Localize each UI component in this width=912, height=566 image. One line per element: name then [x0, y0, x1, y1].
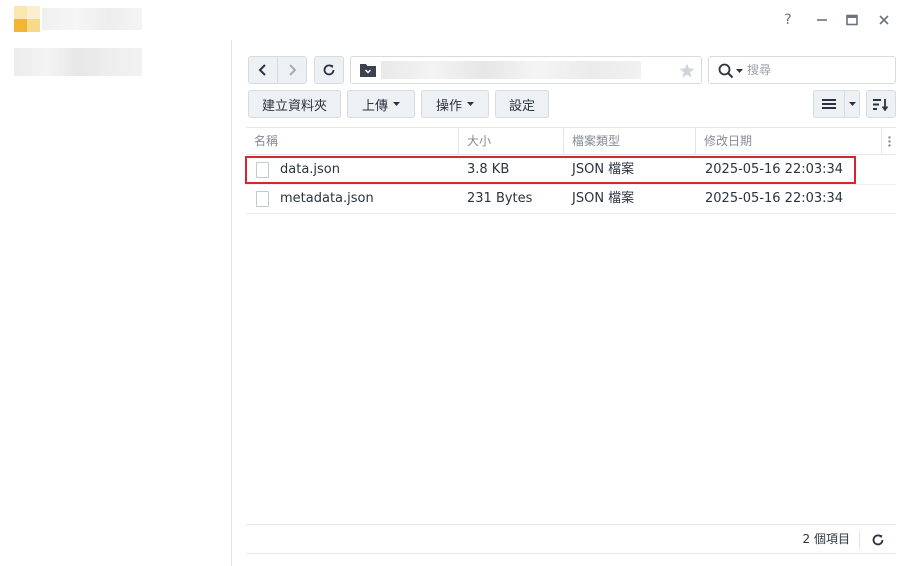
new-folder-button[interactable]: 建立資料夾 [248, 90, 341, 118]
file-table-header: 名稱 大小 檔案類型 修改日期 [246, 127, 896, 155]
back-button[interactable] [248, 56, 278, 84]
sort-icon [873, 98, 889, 111]
minimize-button[interactable] [812, 10, 832, 30]
item-count: 2 個項目 [802, 532, 850, 546]
app-logo [14, 6, 40, 32]
status-bar: 2 個項目 [246, 524, 896, 554]
file-type: JSON 檔案 [572, 162, 635, 177]
folder-icon [360, 64, 376, 77]
caret-down-icon[interactable] [736, 69, 743, 74]
close-button[interactable] [874, 10, 894, 30]
file-picker-window: ? 搜尋 建立資料夾 上傳 操作 設定 名稱 大小 檔案類型 修改日期 data… [0, 0, 912, 566]
path-bar[interactable] [350, 56, 702, 84]
search-icon [718, 63, 734, 79]
list-view-button[interactable] [813, 90, 845, 118]
settings-button[interactable]: 設定 [495, 90, 549, 118]
chevron-left-icon [258, 64, 266, 76]
folder-tree-pane [0, 40, 232, 566]
refresh-icon [872, 534, 884, 546]
footer-refresh-button[interactable] [868, 530, 888, 550]
file-type: JSON 檔案 [572, 191, 635, 206]
file-icon [256, 162, 269, 178]
caret-down-icon [848, 101, 856, 106]
action-label: 操作 [435, 98, 462, 114]
upload-button[interactable]: 上傳 [347, 90, 415, 118]
help-button[interactable]: ? [778, 10, 798, 30]
action-button[interactable]: 操作 [421, 90, 489, 118]
file-modified: 2025-05-16 22:03:34 [705, 191, 844, 206]
caret-down-icon [467, 101, 474, 106]
column-options-icon[interactable] [882, 128, 896, 155]
upload-label: 上傳 [361, 98, 388, 114]
column-header-size[interactable]: 大小 [459, 128, 564, 155]
status-divider [859, 531, 860, 549]
refresh-button[interactable] [314, 56, 344, 84]
search-input[interactable] [747, 61, 887, 79]
list-view-icon [822, 99, 836, 109]
file-icon [256, 191, 269, 207]
sort-button[interactable] [866, 90, 896, 118]
search-box[interactable] [708, 56, 896, 84]
caret-down-icon [393, 101, 400, 106]
file-name: metadata.json [280, 191, 374, 206]
file-name: data.json [280, 162, 340, 177]
maximize-button[interactable] [842, 10, 862, 30]
column-header-modified[interactable]: 修改日期 [696, 128, 882, 155]
file-modified: 2025-05-16 22:03:34 [705, 162, 844, 177]
navigation-group [248, 56, 308, 84]
file-size: 3.8 KB [467, 162, 510, 177]
forward-button[interactable] [277, 56, 307, 84]
title-bar: ? [0, 0, 912, 40]
refresh-icon [323, 64, 335, 76]
table-row[interactable]: metadata.json 231 Bytes JSON 檔案 2025-05-… [246, 185, 896, 214]
column-header-name[interactable]: 名稱 [246, 128, 459, 155]
star-icon[interactable] [679, 63, 695, 78]
table-row[interactable]: data.json 3.8 KB JSON 檔案 2025-05-16 22:0… [246, 156, 896, 185]
chevron-right-icon [289, 64, 297, 76]
view-options-dropdown[interactable] [844, 90, 860, 118]
folder-tree-root-item[interactable] [14, 48, 142, 76]
window-title [42, 8, 142, 30]
column-header-type[interactable]: 檔案類型 [564, 128, 696, 155]
file-size: 231 Bytes [467, 191, 533, 206]
path-text [381, 61, 641, 79]
